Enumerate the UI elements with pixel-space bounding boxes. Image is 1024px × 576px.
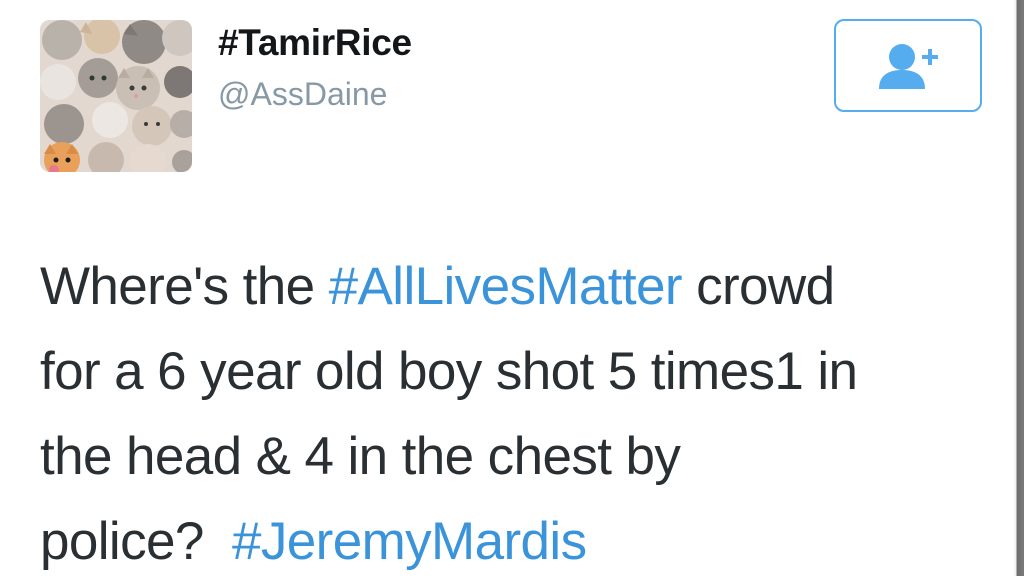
avatar[interactable]	[40, 20, 192, 172]
tweet-line: police? #JeremyMardis	[40, 499, 1000, 576]
tweet-text: Where's the #AllLivesMatter crowd for a …	[40, 244, 1000, 576]
tweet-text-segment: for a 6 year old boy shot 5 times1 in	[40, 342, 858, 401]
user-handle[interactable]: @AssDaine	[218, 76, 387, 113]
tweet-line: for a 6 year old boy shot 5 times1 in	[40, 329, 1000, 414]
tweet-card: #TamirRice @AssDaine Where's the #AllLiv…	[0, 0, 1024, 576]
hashtag-link[interactable]: #AllLivesMatter	[329, 257, 683, 316]
hashtag-link[interactable]: #JeremyMardis	[232, 512, 587, 571]
user-display-name[interactable]: #TamirRice	[218, 22, 412, 64]
tweet-line: the head & 4 in the chest by	[40, 414, 1000, 499]
tweet-text-segment: crowd	[681, 257, 835, 316]
scrollbar-edge	[1014, 0, 1024, 576]
tweet-line: Where's the #AllLivesMatter crowd	[40, 244, 1000, 329]
follow-button[interactable]	[834, 19, 982, 112]
cat-collage-icon	[40, 20, 192, 172]
tweet-text-segment: the head & 4 in the chest by	[40, 427, 681, 486]
follow-user-plus-icon	[879, 44, 938, 89]
tweet-text-segment: Where's the	[40, 257, 329, 316]
tweet-text-segment: police?	[40, 512, 233, 571]
